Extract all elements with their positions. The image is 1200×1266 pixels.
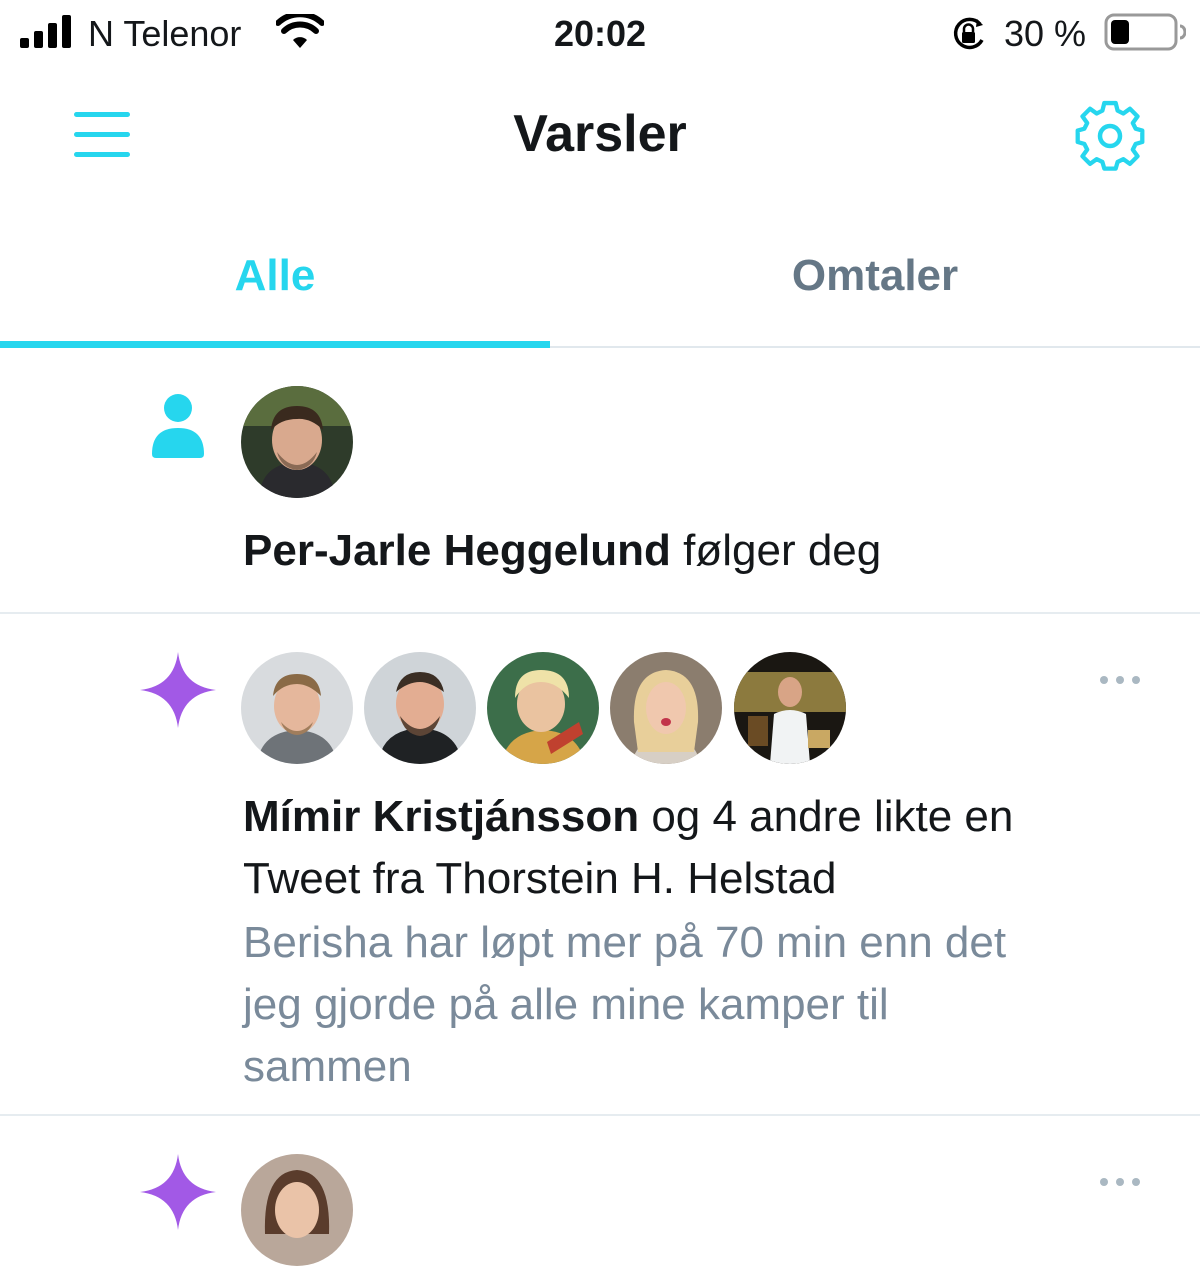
active-tab-indicator (0, 341, 550, 348)
avatar[interactable] (241, 1154, 353, 1266)
avatar[interactable] (241, 386, 353, 498)
orientation-lock-icon (953, 17, 984, 50)
avatar[interactable] (610, 652, 722, 764)
page-title: Varsler (513, 105, 687, 163)
avatar[interactable] (487, 652, 599, 764)
person-icon (152, 394, 204, 458)
notification-text-line-2: Tweet fra Thorstein H. Helstad (243, 854, 837, 903)
battery-percent: 30 % (1004, 13, 1087, 54)
header-bar: Varsler (0, 72, 1200, 202)
avatar[interactable] (734, 652, 846, 764)
more-options-icon[interactable] (1096, 1172, 1144, 1192)
tab-bar: Alle Omtaler (0, 216, 1200, 348)
notification-action: følger deg (670, 526, 882, 575)
tab-mentions[interactable]: Omtaler (600, 216, 1150, 346)
sparkle-icon (140, 1154, 216, 1230)
actor-name[interactable]: Per-Jarle Heggelund (243, 526, 671, 575)
tweet-preview-line-2: jeg gjorde på alle mine kamper til (243, 980, 889, 1029)
actor-name[interactable]: Mímir Kristjánsson (243, 792, 639, 841)
notification-likes-partial[interactable] (0, 1116, 1200, 1266)
avatar[interactable] (241, 652, 353, 764)
settings-button[interactable] (1072, 98, 1148, 174)
notification-follow[interactable]: Per-Jarle Heggelund følger deg (0, 348, 1200, 614)
sparkle-icon (140, 652, 216, 728)
gear-icon (1075, 100, 1145, 171)
tweet-preview-line-1: Berisha har løpt mer på 70 min enn det (243, 918, 1007, 967)
battery-icon (1104, 13, 1186, 51)
avatar[interactable] (364, 652, 476, 764)
notification-likes[interactable]: Mímir Kristjánsson og 4 andre likte en T… (0, 614, 1200, 1116)
notification-text-line-1: Mímir Kristjánsson og 4 andre likte en (243, 786, 1013, 848)
status-bar: N Telenor 20:02 30 % (0, 0, 1200, 70)
tweet-preview-line-3: sammen (243, 1042, 412, 1091)
tab-all[interactable]: Alle (0, 216, 550, 346)
more-options-icon[interactable] (1096, 670, 1144, 690)
notification-text: Per-Jarle Heggelund følger deg (243, 520, 881, 582)
notification-action: og 4 andre likte en (639, 792, 1014, 841)
